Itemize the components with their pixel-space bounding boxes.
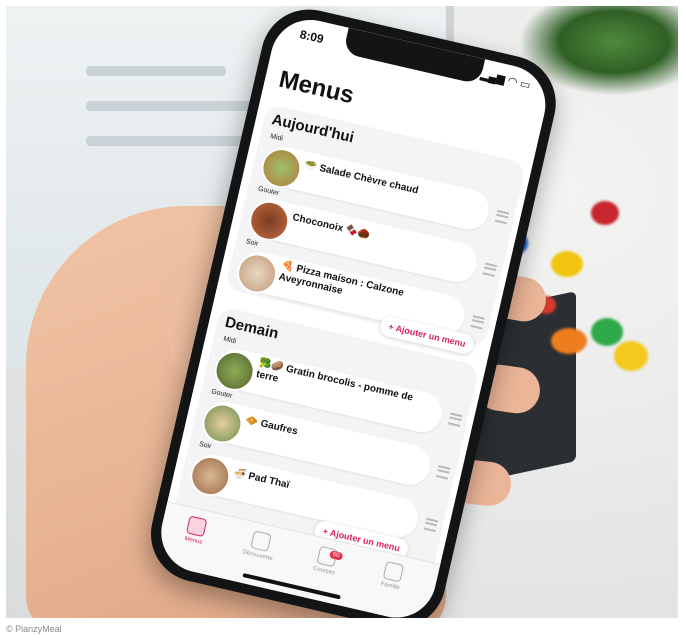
chef-hat-icon: [250, 530, 272, 552]
tab-label: Découverte: [241, 549, 274, 563]
section-today: Aujourd'hui Midi 🥗 Salade Chèvre chaud G…: [224, 103, 527, 349]
candy: [591, 201, 619, 225]
candy: [591, 318, 623, 346]
drag-handle-icon[interactable]: [435, 465, 451, 480]
tab-decouverte[interactable]: Découverte: [230, 526, 291, 565]
meal-slot-label: Midi: [222, 335, 237, 346]
photo: 8:09 ▂▄▆ ◠ ▭ Menus Aujourd'hui Midi 🥗 Sa…: [6, 6, 678, 618]
meal-photo: [233, 249, 282, 298]
meal-name: 🥗 Salade Chèvre chaud: [303, 159, 420, 197]
meal-photo: [257, 144, 306, 193]
meal-slot-label: Soir: [198, 440, 213, 451]
tab-label: Courses: [312, 565, 336, 577]
tab-label: Menus: [183, 535, 203, 546]
meal-photo: [245, 196, 294, 245]
candy: [551, 251, 583, 277]
page-title: Menus: [276, 65, 357, 110]
drag-handle-icon[interactable]: [482, 262, 498, 277]
candy: [614, 341, 648, 371]
home-indicator: [242, 573, 341, 600]
meal-slot-label: Midi: [269, 132, 284, 143]
menus-icon: [185, 515, 208, 538]
photo-credit: © PlanzyMeal: [6, 624, 62, 634]
drag-handle-icon[interactable]: [448, 412, 463, 427]
monitor-blur-line: [86, 136, 256, 146]
monitor-blur-line: [86, 66, 226, 76]
tab-courses[interactable]: 50 Courses: [296, 541, 357, 580]
tab-famille[interactable]: Famille: [362, 557, 423, 596]
drag-handle-icon[interactable]: [470, 315, 485, 330]
drag-handle-icon[interactable]: [423, 517, 439, 533]
tab-menus[interactable]: Menus: [165, 511, 226, 550]
section-title: Aujourd'hui: [270, 111, 356, 147]
family-icon: [382, 560, 405, 583]
meal-slot-label: Soir: [245, 238, 259, 248]
status-time: 8:09: [298, 27, 326, 47]
notch: [342, 27, 486, 85]
candy: [551, 328, 587, 354]
tab-label: Famille: [379, 581, 401, 592]
drag-handle-icon[interactable]: [494, 209, 510, 225]
meal-name: 🥦🥔 Gratin brocolis - pomme de terre: [255, 357, 414, 404]
meal-photo: [198, 399, 247, 448]
meal-photo: [210, 346, 259, 395]
status-icons: ▂▄▆ ◠ ▭: [479, 68, 532, 92]
meal-photo: [186, 452, 235, 501]
